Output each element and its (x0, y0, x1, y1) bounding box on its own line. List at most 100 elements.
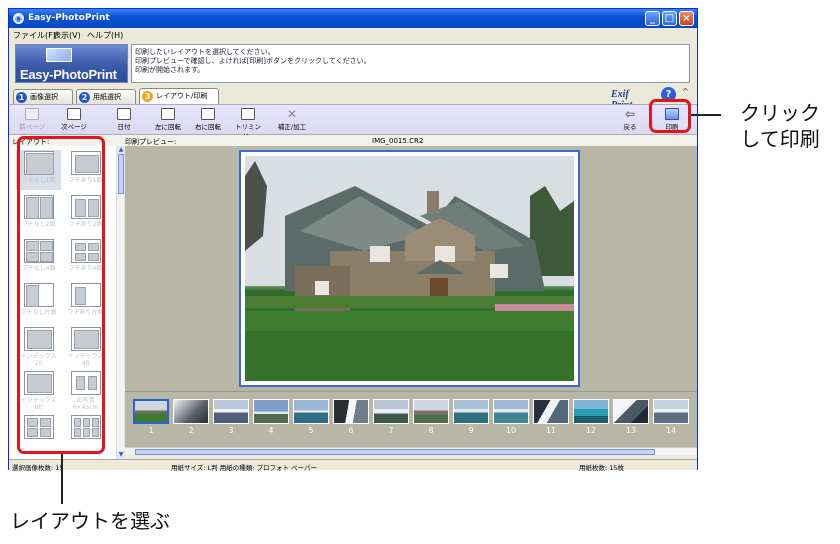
close-button[interactable]: × (679, 11, 694, 26)
layout-scrollbar[interactable]: ▲ ▼ (116, 146, 125, 459)
thumb-number: 14 (665, 426, 677, 435)
toolbar: 前ページ 次ページ 日付 左に回転 右に回転 トリミング... ✕ 補正/加工 … (9, 104, 697, 141)
tab-label: 画像選択 (30, 93, 58, 101)
thumb-number: 13 (625, 426, 637, 435)
filmstrip-thumb[interactable]: 1 (133, 399, 169, 439)
prev-page-label: 前ページ (19, 123, 45, 131)
print-highlight (649, 99, 691, 133)
thumb-image (453, 399, 489, 424)
title-bar: ◉ Easy-PhotoPrint _ □ × (9, 9, 697, 28)
back-button[interactable]: ⇦ 戻る (611, 106, 649, 134)
next-page-label: 次ページ (61, 123, 87, 131)
step-number: 1 (16, 92, 27, 103)
window-title: Easy-PhotoPrint (28, 13, 110, 23)
layout-callout-text: レイアウトを選ぶ (10, 509, 170, 533)
next-page-button[interactable]: 次ページ (55, 106, 93, 134)
wand-icon: ✕ (286, 107, 298, 121)
thumb-image (613, 399, 649, 424)
thumb-number: 2 (188, 426, 194, 435)
tab-label: レイアウト/印刷 (156, 92, 208, 100)
thumb-image (173, 399, 209, 424)
rotate-left-label: 左に回転 (155, 123, 181, 131)
guide-line: 印刷したいレイアウトを選択してください。 (135, 48, 275, 56)
filmstrip-thumb[interactable]: 10 (493, 399, 529, 439)
thumb-number: 12 (585, 426, 597, 435)
filmstrip-thumb[interactable]: 12 (573, 399, 609, 439)
rotate-right-button[interactable]: 右に回転 (189, 106, 227, 134)
thumb-number: 7 (388, 426, 394, 435)
filmstrip-scrollbar[interactable] (125, 447, 697, 455)
filmstrip: 1 2 3 4 5 6 7 8 9 10 11 12 13 14 (125, 391, 697, 447)
status-bar: 選択画像枚数: 15 用紙サイズ: L判 用紙の種類: プロフォト ペーパー 用… (9, 459, 697, 472)
scroll-up-icon[interactable]: ▲ (117, 146, 125, 154)
tab-image-select[interactable]: 1 画像選択 (13, 89, 73, 104)
correct-button[interactable]: ✕ 補正/加工 (273, 106, 311, 134)
thumb-number: 10 (505, 426, 517, 435)
thumb-number: 8 (428, 426, 434, 435)
maximize-button[interactable]: □ (662, 11, 677, 26)
back-label: 戻る (623, 123, 637, 131)
filmstrip-thumb[interactable]: 11 (533, 399, 569, 439)
house-photo (245, 156, 574, 381)
step-tabs: 1 画像選択 2 用紙選択 3 レイアウト/印刷 Exif Print ? ^ (9, 86, 697, 111)
step-number: 3 (142, 91, 153, 102)
menu-help[interactable]: ヘルプ(H) (87, 30, 123, 41)
thumb-image (293, 399, 329, 424)
filmstrip-thumb[interactable]: 9 (453, 399, 489, 439)
tab-layout-print[interactable]: 3 レイアウト/印刷 (139, 88, 219, 104)
scroll-thumb[interactable] (118, 154, 124, 194)
logo-photo-icon (46, 48, 72, 62)
thumb-number: 1 (148, 426, 154, 435)
thumb-number: 6 (348, 426, 354, 435)
filmstrip-thumb[interactable]: 6 (333, 399, 369, 439)
step-number: 2 (79, 92, 90, 103)
guide-line: 印刷が開始されます。 (135, 66, 205, 74)
layout-callout-line (61, 454, 63, 504)
page-icon (25, 108, 39, 120)
back-arrow-icon: ⇦ (624, 107, 636, 121)
app-icon: ◉ (13, 13, 24, 24)
app-window: ◉ Easy-PhotoPrint _ □ × ファイル(F) 表示(V) ヘル… (8, 8, 698, 472)
layout-highlight (17, 136, 105, 454)
banner: Easy-PhotoPrint 印刷したいレイアウトを選択してください。 印刷プ… (9, 41, 697, 86)
rotate-right-icon (201, 108, 215, 120)
thumb-number: 4 (268, 426, 274, 435)
date-button[interactable]: 日付 (105, 106, 143, 134)
thumb-image (133, 399, 169, 424)
filmstrip-thumb[interactable]: 8 (413, 399, 449, 439)
guide-message: 印刷したいレイアウトを選択してください。 印刷プレビューで確認し、よければ[印刷… (131, 44, 690, 83)
trimming-button[interactable]: トリミング... (229, 106, 267, 141)
print-preview (125, 146, 697, 391)
app-logo: Easy-PhotoPrint (15, 44, 128, 83)
thumb-image (373, 399, 409, 424)
print-callout-line (691, 114, 721, 116)
guide-line: 印刷プレビューで確認し、よければ[印刷]ボタンをクリックしてください。 (135, 57, 371, 65)
page-icon (67, 108, 81, 120)
filmstrip-thumb[interactable]: 14 (653, 399, 689, 439)
filmstrip-thumb[interactable]: 7 (373, 399, 409, 439)
collapse-icon[interactable]: ^ (682, 87, 689, 96)
thumb-image (653, 399, 689, 424)
filmstrip-thumb[interactable]: 3 (213, 399, 249, 439)
menu-view[interactable]: 表示(V) (53, 30, 81, 41)
prev-page-button[interactable]: 前ページ (13, 106, 51, 134)
section-labels: レイアウト: 印刷プレビュー: IMG_0015.CR2 (9, 135, 697, 146)
filmstrip-thumb[interactable]: 2 (173, 399, 209, 439)
rotate-left-button[interactable]: 左に回転 (149, 106, 187, 134)
thumb-image (333, 399, 369, 424)
menu-file[interactable]: ファイル(F) (13, 30, 56, 41)
thumb-image (413, 399, 449, 424)
thumb-number: 11 (545, 426, 557, 435)
exif-print-logo: Exif Print (611, 89, 632, 111)
scroll-down-icon[interactable]: ▼ (117, 451, 125, 459)
filmstrip-thumb[interactable]: 13 (613, 399, 649, 439)
scroll-thumb[interactable] (135, 449, 655, 455)
preview-sheet (239, 150, 580, 387)
tab-paper-select[interactable]: 2 用紙選択 (76, 89, 136, 104)
filmstrip-thumb[interactable]: 5 (293, 399, 329, 439)
minimize-button[interactable]: _ (645, 11, 660, 26)
filmstrip-thumb[interactable]: 4 (253, 399, 289, 439)
thumb-image (213, 399, 249, 424)
preview-photo (245, 156, 574, 381)
correct-label: 補正/加工 (277, 123, 307, 131)
